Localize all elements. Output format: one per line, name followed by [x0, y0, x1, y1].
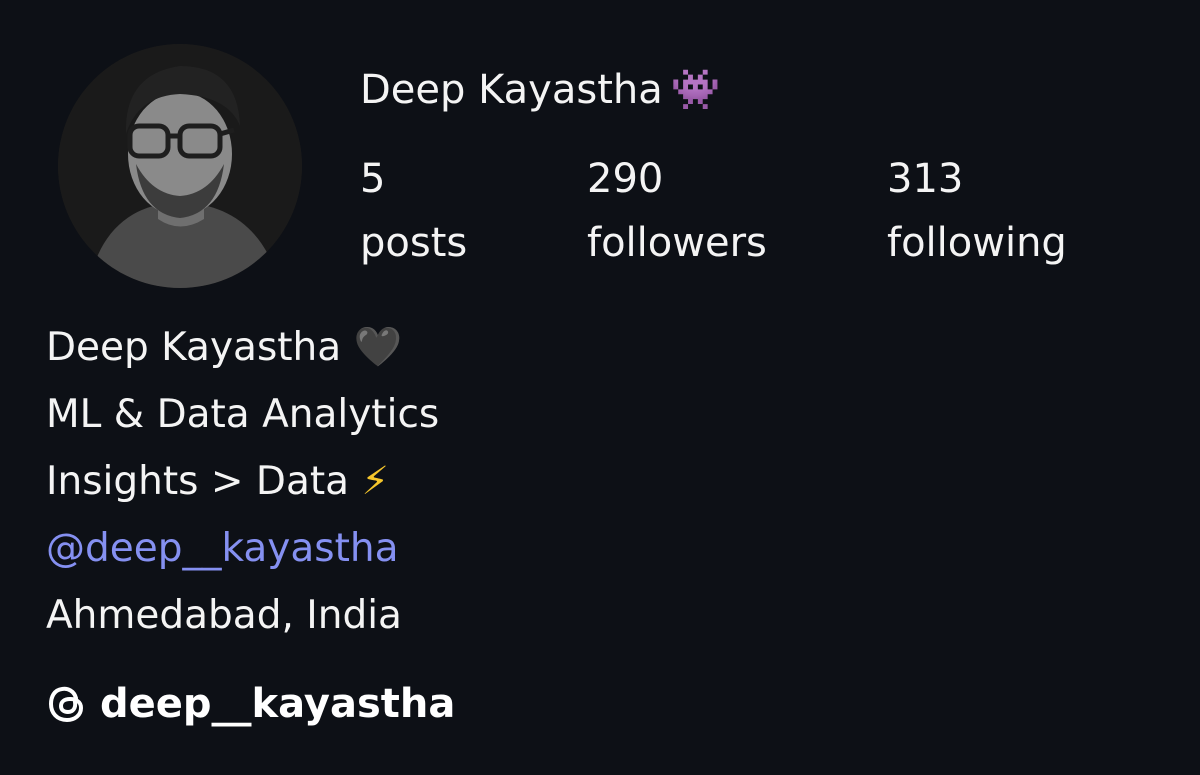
followers-label: followers [587, 220, 767, 266]
bio-line-2: ML & Data Analytics [46, 392, 440, 437]
lightning-emoji: ⚡ [361, 459, 389, 504]
threads-link[interactable]: deep__kayastha [46, 672, 455, 736]
bio-name-text: Deep Kayastha [46, 325, 342, 370]
bio-location: Ahmedabad, India [46, 593, 402, 638]
stat-posts[interactable]: 5 posts [360, 150, 467, 278]
profile-bio: Deep Kayastha 🖤 ML & Data Analytics Insi… [46, 314, 439, 649]
bio-line-3: Insights > Data ⚡ [46, 448, 439, 515]
bio-line-3-text: Insights > Data [46, 459, 350, 504]
followers-count: 290 [587, 156, 664, 202]
profile-username: Deep Kayastha 👾 [360, 62, 721, 118]
posts-count: 5 [360, 156, 386, 202]
profile-header: Deep Kayastha 👾 5 posts 290 followers 313… [0, 0, 1200, 775]
bio-mention-link[interactable]: @deep__kayastha [46, 515, 439, 582]
bio-name: Deep Kayastha 🖤 [46, 314, 439, 381]
stat-following[interactable]: 313 following [887, 150, 1067, 278]
alien-monster-emoji: 👾 [670, 67, 721, 113]
black-heart-emoji: 🖤 [353, 325, 403, 370]
threads-handle: deep__kayastha [100, 681, 456, 727]
avatar[interactable] [58, 44, 302, 288]
username-text: Deep Kayastha [360, 67, 663, 113]
following-count: 313 [887, 156, 964, 202]
threads-icon [48, 686, 84, 723]
avatar-image [58, 44, 302, 288]
stat-followers[interactable]: 290 followers [587, 150, 767, 278]
following-label: following [887, 220, 1067, 266]
posts-label: posts [360, 220, 468, 266]
